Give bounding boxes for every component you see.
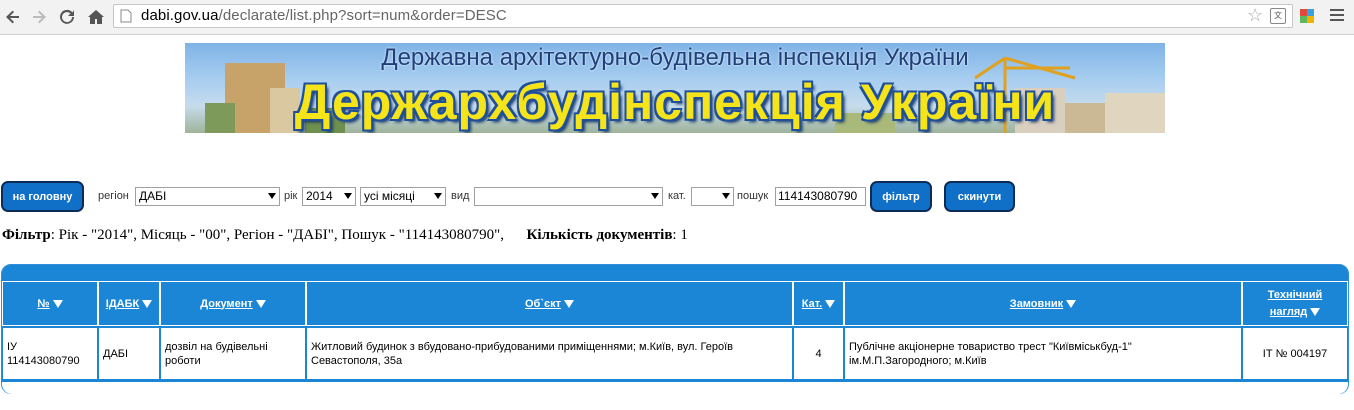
table-cell-customer: Публічне акціонерне товариство трест "Ки… <box>844 327 1242 380</box>
menu-icon[interactable] <box>1330 9 1344 23</box>
month-select[interactable]: усі місяці <box>360 187 446 206</box>
column-header-tech-inner: Технічний нагляд <box>1268 287 1323 321</box>
region-select[interactable]: ДАБІ <box>135 187 280 206</box>
url-text: dabi.gov.ua/declarate/list.php?sort=num&… <box>141 7 507 24</box>
extension-icon[interactable] <box>1300 9 1314 23</box>
banner-subtitle: Державна архітектурно-будівельна інспекц… <box>381 44 969 71</box>
reload-icon[interactable] <box>56 6 78 28</box>
search-label: пошук <box>737 190 769 202</box>
sort-desc-icon <box>563 299 574 308</box>
chevron-down-icon <box>651 193 659 199</box>
table-cell-object: Житловий будинок з вбудовано-прибудовани… <box>306 327 793 380</box>
translate-icon[interactable]: 文 <box>1270 8 1286 24</box>
forward-icon[interactable] <box>28 6 50 28</box>
column-header-idabk[interactable]: ІДАБК <box>98 281 160 326</box>
site-banner: Державна архітектурно-будівельна інспекц… <box>185 43 1165 133</box>
home-icon[interactable] <box>85 6 107 28</box>
table-footer <box>2 382 1348 394</box>
bookmark-star-icon[interactable]: ☆ <box>1247 6 1265 24</box>
region-label: регіон <box>98 190 129 202</box>
table-cell-category: 4 <box>793 327 844 380</box>
year-select[interactable]: 2014 <box>302 187 356 206</box>
chevron-down-icon <box>434 193 442 199</box>
filter-summary-text: : Рік - "2014", Місяць - "00", Регіон - … <box>50 227 505 243</box>
sort-desc-icon <box>1310 307 1321 316</box>
column-header-num[interactable]: № <box>2 281 98 326</box>
sort-link-customer[interactable]: Замовник <box>1010 298 1063 310</box>
sort-desc-icon <box>142 299 153 308</box>
year-label: рік <box>284 190 298 202</box>
search-input[interactable]: 114143080790 <box>775 187 866 206</box>
sort-desc-icon <box>1066 299 1077 308</box>
table-cell-tech: ІТ № 004197 <box>1242 327 1348 380</box>
sort-desc-icon <box>255 299 266 308</box>
banner-title: Держархбудінспекція України <box>294 74 1056 130</box>
chevron-down-icon <box>344 193 352 199</box>
column-header-tech[interactable]: Технічний нагляд <box>1242 281 1348 326</box>
back-icon[interactable] <box>2 6 24 28</box>
category-label: кат. <box>668 190 686 202</box>
chevron-down-icon <box>722 193 730 199</box>
sort-desc-icon <box>825 299 836 308</box>
month-select-value: усі місяці <box>364 189 415 203</box>
sort-link-tech-line1[interactable]: Технічний <box>1268 289 1323 301</box>
address-bar[interactable]: dabi.gov.ua/declarate/list.php?sort=num&… <box>113 4 1293 28</box>
category-select[interactable] <box>691 187 734 206</box>
column-header-category[interactable]: Кат. <box>793 281 844 326</box>
filter-button[interactable]: фільтр <box>870 181 932 212</box>
num-line2: 114143080790 <box>7 354 80 367</box>
sort-link-num[interactable]: № <box>37 298 49 310</box>
table-cell-num: ІУ 114143080790 <box>2 327 98 380</box>
home-button[interactable]: на головну <box>1 181 84 212</box>
column-header-object[interactable]: Об`єкт <box>306 281 793 326</box>
filter-summary: Фільтр: Рік - "2014", Місяць - "00", Рег… <box>2 227 688 244</box>
sort-link-idabk[interactable]: ІДАБК <box>106 298 139 310</box>
year-select-value: 2014 <box>306 189 333 203</box>
table-cell-idabk: ДАБІ <box>98 327 160 380</box>
sort-link-object[interactable]: Об`єкт <box>525 298 561 310</box>
table-cell-num-inner: ІУ 114143080790 <box>7 340 80 368</box>
page-icon <box>120 9 132 23</box>
chevron-down-icon <box>268 193 276 199</box>
document-count-value: : 1 <box>672 227 688 243</box>
browser-toolbar: dabi.gov.ua/declarate/list.php?sort=num&… <box>0 0 1354 35</box>
region-select-value: ДАБІ <box>139 189 167 203</box>
sort-desc-icon <box>52 299 63 308</box>
reset-button[interactable]: скинути <box>944 181 1015 212</box>
sort-link-tech-line2[interactable]: нагляд <box>1270 306 1307 318</box>
num-line1: ІУ <box>7 340 18 353</box>
filter-summary-label: Фільтр <box>2 227 51 243</box>
sort-link-document[interactable]: Документ <box>200 298 252 310</box>
url-host: dabi.gov.ua <box>141 7 219 24</box>
type-label: вид <box>451 190 470 202</box>
type-select[interactable] <box>474 187 663 206</box>
column-header-document[interactable]: Документ <box>160 281 306 326</box>
url-path: /declarate/list.php?sort=num&order=DESC <box>218 7 507 24</box>
column-header-customer[interactable]: Замовник <box>844 281 1242 326</box>
sort-link-category[interactable]: Кат. <box>802 298 822 310</box>
table-cell-document: дозвіл на будівельні роботи <box>160 327 306 380</box>
document-count-label: Кількість документів <box>526 227 673 243</box>
